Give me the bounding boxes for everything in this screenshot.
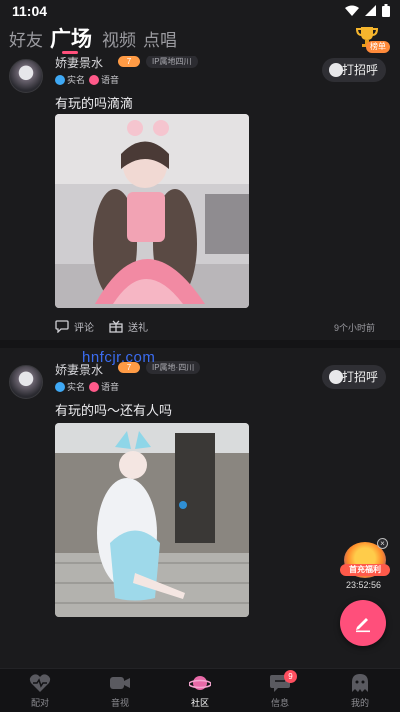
battery-icon [382,4,390,17]
verified-icon [55,74,65,85]
ghost-icon [352,674,368,692]
greet-button[interactable]: 打招呼 [322,58,386,82]
voice-tag: 语音 [89,73,119,86]
ranking-badge: 榜单 [366,41,390,53]
pencil-icon [356,618,370,633]
tab-friends[interactable]: 好友 [9,26,43,51]
gift-button[interactable]: 送礼 [109,319,148,334]
voice-icon [89,381,100,392]
voice-icon [89,74,100,85]
tab-square[interactable]: 广场 [50,23,92,53]
location-tag: IP属地四川 [146,56,198,68]
nav-community[interactable]: 社区 [170,673,230,709]
planet-icon [188,676,212,690]
greet-icon [329,63,343,77]
verified-tag: 实名 [55,73,85,86]
top-tab-bar: 好友 广场 视频 点唱 榜单 [0,22,400,56]
voice-tag: 语音 [89,380,119,393]
comment-button[interactable]: 评论 [55,319,94,334]
greet-icon [329,370,343,384]
user-tags: 实名 语音 [55,380,119,393]
signal-icon [365,5,376,16]
status-icons [345,4,390,17]
photo-image [55,114,249,308]
tab-videos[interactable]: 视频 [102,26,136,51]
post-time: 9个小时前 [333,323,375,333]
post-photo[interactable] [55,423,249,617]
wifi-icon [345,5,359,16]
message-count-badge: 9 [284,670,297,683]
nav-match[interactable]: 配对 [10,673,70,709]
close-icon[interactable]: × [377,538,388,549]
nav-video[interactable]: 音视 [90,673,150,709]
verified-tag: 实名 [55,380,85,393]
nav-profile[interactable]: 我的 [330,673,390,709]
post-actions: 评论 送礼 9个小时前 [55,319,375,337]
tab-sing[interactable]: 点唱 [143,26,177,51]
compose-button[interactable] [340,600,386,646]
post-card: 娇妻景水 7 IP属地四川 实名 语音 打招呼 有玩的吗滴滴 评论 送礼 9个小… [0,56,400,340]
promo-timer: 23:52:56 [346,580,382,590]
verified-icon [55,381,65,392]
heartbeat-icon [29,674,51,692]
video-icon [110,677,130,689]
post-text: 有玩的吗滴滴 [55,96,134,111]
nav-messages[interactable]: 9 信息 [250,670,310,709]
comment-icon [55,320,69,333]
promo-label: 首充福利 [340,564,390,576]
photo-image [55,423,249,617]
status-bar: 11:04 [0,0,400,22]
user-tags: 实名 语音 [55,73,119,86]
username[interactable]: 娇妻景水 [55,56,103,71]
avatar[interactable] [9,365,43,399]
post-photo[interactable] [55,114,249,308]
greet-button[interactable]: 打招呼 [322,365,386,389]
active-tab-indicator [62,51,78,54]
post-text: 有玩的吗～还有人吗 [55,403,173,418]
bottom-nav: 配对 音视 社区 9 信息 我的 [0,668,400,712]
avatar[interactable] [9,59,43,93]
watermark: hnfcjr.com [82,349,156,366]
gift-icon [109,320,123,333]
level-badge: 7 [118,56,140,67]
post-divider [0,340,400,348]
ranking-button[interactable]: 榜单 [352,25,390,53]
status-time: 11:04 [12,3,48,19]
